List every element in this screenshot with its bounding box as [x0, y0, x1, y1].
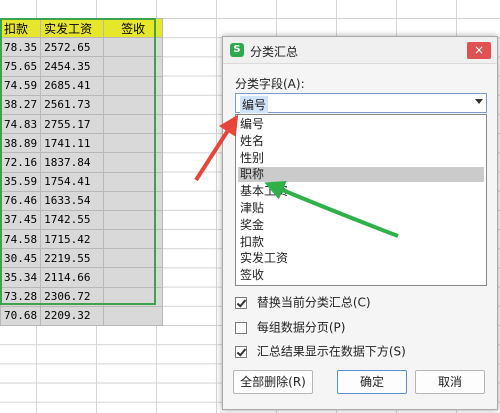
table-row: 70.68 2209.32 — [0, 305, 164, 327]
combo-value: 编号 — [240, 96, 269, 113]
dropdown-item[interactable]: 职称 — [238, 167, 484, 183]
header-signature[interactable]: 签收 — [103, 17, 164, 39]
cell-signature[interactable] — [103, 190, 164, 211]
cell-net-pay[interactable]: 2209.32 — [40, 305, 105, 327]
table-row: 38.27 2561.73 — [0, 94, 164, 115]
cell-deduction[interactable]: 76.46 — [0, 190, 42, 211]
cell-deduction[interactable]: 38.27 — [0, 94, 42, 115]
cell-net-pay[interactable]: 1837.84 — [40, 152, 105, 173]
table-row: 75.65 2454.35 — [0, 56, 164, 77]
cell-net-pay[interactable]: 1633.54 — [40, 190, 105, 211]
cell-signature[interactable] — [103, 152, 164, 173]
dropdown-item[interactable]: 编号 — [238, 117, 484, 132]
option-label: 替换当前分类汇总(C) — [256, 295, 371, 310]
cell-signature[interactable] — [103, 229, 164, 250]
cell-signature[interactable] — [103, 75, 164, 96]
field-dropdown-list: 编号姓名性别 职称 基本工资津贴奖金扣款 实发工资签收 — [235, 114, 487, 286]
cell-signature[interactable] — [103, 248, 164, 269]
cell-net-pay[interactable]: 1715.42 — [40, 229, 105, 250]
subtotal-dialog: S 分类汇总 × 分类字段(A): 编号 编号姓名性别 职称 基本工资津贴奖金扣款实… — [222, 36, 498, 410]
cell-deduction[interactable]: 30.45 — [0, 248, 42, 269]
cell-deduction[interactable]: 73.28 — [0, 286, 42, 307]
cell-net-pay[interactable]: 2219.55 — [40, 248, 105, 269]
cell-signature[interactable] — [103, 267, 164, 288]
checkbox-replace[interactable] — [235, 296, 247, 309]
table-row: 74.58 1715.42 — [0, 229, 164, 250]
cell-net-pay[interactable]: 2685.41 — [40, 75, 105, 96]
table-body: 78.35 2572.65 75.65 2454.35 74.59 2685.41 38.2… — [0, 37, 164, 327]
option-page-break[interactable]: 每组数据分页(P) — [235, 320, 345, 336]
cell-net-pay[interactable]: 2561.73 — [40, 94, 105, 115]
table-row: 35.59 1754.41 — [0, 171, 164, 192]
cell-net-pay[interactable]: 2454.35 — [40, 56, 105, 77]
dropdown-item[interactable]: 签收 — [238, 268, 484, 283]
cell-deduction[interactable]: 74.59 — [0, 75, 42, 96]
cell-net-pay[interactable]: 2114.66 — [40, 267, 105, 288]
cell-net-pay[interactable]: 2306.72 — [40, 286, 105, 307]
cell-signature[interactable] — [103, 94, 164, 115]
cell-net-pay[interactable]: 2755.17 — [40, 113, 105, 135]
dialog-titlebar[interactable]: S 分类汇总 × — [223, 37, 497, 64]
cell-deduction[interactable]: 70.68 — [0, 305, 42, 327]
cell-deduction[interactable]: 74.58 — [0, 229, 42, 250]
cell-signature[interactable] — [103, 209, 164, 231]
header-net-pay[interactable]: 实发工资 — [40, 17, 105, 39]
cell-net-pay[interactable]: 1741.11 — [40, 133, 105, 154]
cell-deduction[interactable]: 38.89 — [0, 133, 42, 154]
dropdown-item[interactable]: 性别 — [238, 151, 484, 166]
option-label: 汇总结果显示在数据下方(S) — [256, 344, 406, 359]
data-table: 扣款 实发工资 签收 78.35 2572.65 75.65 2454.35 74.59… — [0, 17, 164, 327]
cell-signature[interactable] — [103, 56, 164, 77]
table-row: 74.83 2755.17 — [0, 113, 164, 135]
cell-signature[interactable] — [103, 305, 164, 327]
table-row: 73.28 2306.72 — [0, 286, 164, 307]
cell-signature[interactable] — [103, 171, 164, 192]
field-label: 分类字段(A): — [235, 77, 305, 91]
table-row: 30.45 2219.55 — [0, 248, 164, 269]
checkbox-page-break[interactable] — [235, 321, 247, 334]
cell-deduction[interactable]: 35.59 — [0, 171, 42, 192]
cell-deduction[interactable]: 74.83 — [0, 113, 42, 135]
dropdown-item[interactable]: 实发工资 — [238, 251, 484, 266]
cell-deduction[interactable]: 72.16 — [0, 152, 42, 173]
cell-net-pay[interactable]: 1754.41 — [40, 171, 105, 192]
table-row: 74.59 2685.41 — [0, 75, 164, 96]
delete-all-button[interactable]: 全部删除(R) — [233, 370, 313, 394]
dropdown-item[interactable]: 基本工资 — [238, 184, 484, 199]
table-row: 38.89 1741.11 — [0, 133, 164, 154]
cell-signature[interactable] — [103, 37, 164, 58]
close-button[interactable]: × — [467, 42, 491, 59]
cell-signature[interactable] — [103, 113, 164, 135]
cell-deduction[interactable]: 35.34 — [0, 267, 42, 288]
cancel-button[interactable]: 取消 — [415, 370, 485, 394]
checkbox-summary-below[interactable] — [235, 345, 247, 358]
option-replace-subtotals[interactable]: 替换当前分类汇总(C) — [235, 295, 371, 311]
cell-signature[interactable] — [103, 133, 164, 154]
cell-net-pay[interactable]: 2572.65 — [40, 37, 105, 58]
header-row: 扣款 实发工资 签收 — [0, 17, 164, 39]
dropdown-item[interactable]: 姓名 — [238, 134, 484, 149]
cell-deduction[interactable]: 78.35 — [0, 37, 42, 58]
table-row: 78.35 2572.65 — [0, 37, 164, 58]
option-label: 每组数据分页(P) — [256, 320, 346, 335]
cell-net-pay[interactable]: 1742.55 — [40, 209, 105, 231]
wps-app-icon: S — [230, 43, 244, 57]
table-row: 35.34 2114.66 — [0, 267, 164, 288]
ok-button[interactable]: 确定 — [337, 370, 407, 394]
dropdown-item[interactable]: 津贴 — [238, 201, 484, 216]
chevron-down-icon[interactable] — [475, 99, 483, 104]
table-row: 76.46 1633.54 — [0, 190, 164, 211]
cell-signature[interactable] — [103, 286, 164, 307]
header-deduction[interactable]: 扣款 — [0, 17, 42, 39]
table-row: 37.45 1742.55 — [0, 209, 164, 231]
option-summary-below[interactable]: 汇总结果显示在数据下方(S) — [235, 344, 406, 360]
cell-deduction[interactable]: 37.45 — [0, 209, 42, 231]
dialog-title: 分类汇总 — [250, 45, 299, 59]
cell-deduction[interactable]: 75.65 — [0, 56, 42, 77]
table-row: 72.16 1837.84 — [0, 152, 164, 173]
dropdown-item[interactable]: 扣款 — [238, 235, 484, 250]
category-field-select[interactable]: 编号 — [235, 93, 487, 113]
dropdown-item[interactable]: 奖金 — [238, 218, 484, 233]
